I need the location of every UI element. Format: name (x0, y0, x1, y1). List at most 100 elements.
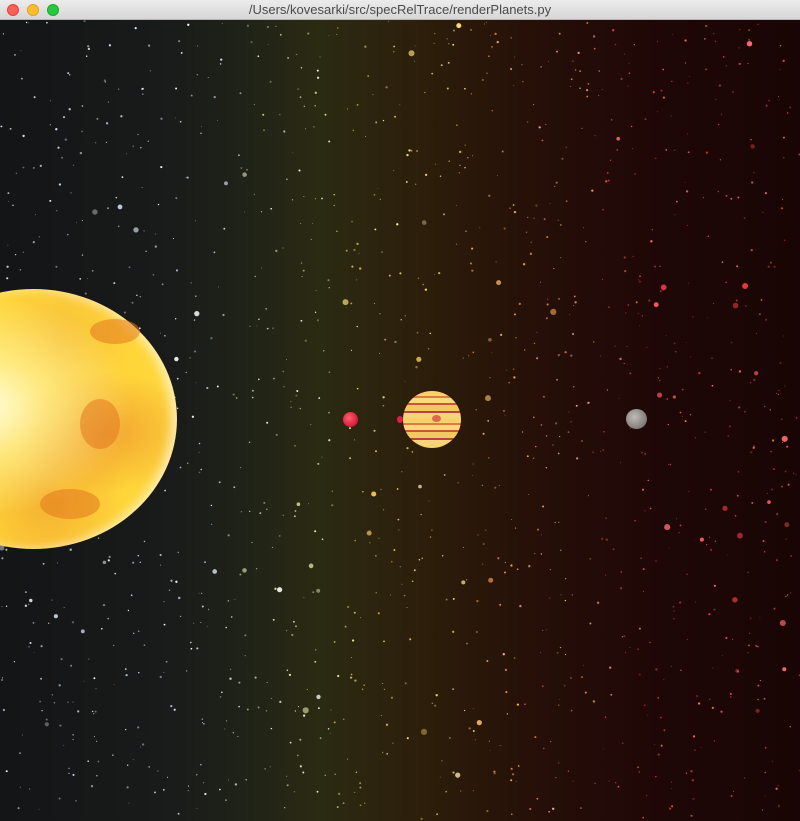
star (705, 24, 708, 28)
star (159, 332, 161, 334)
star (564, 577, 567, 580)
render-canvas[interactable] (0, 20, 800, 821)
star (286, 178, 288, 180)
star (431, 529, 433, 531)
star (546, 236, 549, 239)
star (260, 211, 262, 213)
star (249, 510, 251, 513)
star (644, 453, 646, 455)
star (138, 671, 140, 674)
star (572, 60, 574, 62)
star (686, 638, 688, 640)
star (558, 32, 561, 35)
star (592, 35, 596, 38)
star (386, 752, 389, 755)
star (554, 185, 556, 188)
star (186, 176, 189, 179)
star (482, 563, 484, 565)
star (647, 479, 649, 482)
star (79, 278, 82, 280)
star (670, 115, 672, 117)
star (592, 451, 594, 453)
star (722, 55, 725, 58)
star (585, 241, 587, 243)
star (463, 709, 466, 712)
star (579, 87, 581, 89)
star (466, 156, 469, 159)
star (225, 626, 227, 629)
star (634, 173, 636, 175)
star (382, 396, 385, 399)
star (418, 484, 422, 489)
star (738, 62, 741, 65)
star (687, 151, 690, 154)
star (515, 527, 517, 529)
star (382, 509, 385, 511)
star (39, 700, 41, 703)
star (552, 444, 554, 446)
star (159, 564, 161, 566)
star (296, 390, 299, 392)
star (264, 768, 266, 770)
star (697, 702, 701, 705)
star (310, 423, 312, 426)
star (729, 400, 731, 402)
star (623, 362, 625, 365)
star (681, 388, 684, 391)
star (586, 95, 589, 98)
star (143, 644, 146, 647)
star (560, 594, 562, 596)
star (384, 338, 387, 341)
star (495, 261, 497, 263)
star (251, 541, 253, 544)
star (0, 125, 3, 128)
star (591, 189, 594, 192)
star (623, 635, 626, 638)
mars-planet (343, 412, 358, 427)
star (356, 387, 359, 390)
star (738, 370, 742, 373)
star (165, 660, 168, 663)
star (571, 594, 573, 596)
star (193, 622, 195, 624)
star (582, 664, 584, 666)
star (351, 639, 355, 642)
star (132, 759, 134, 761)
star (781, 418, 783, 420)
star (399, 566, 401, 568)
star (458, 172, 460, 174)
star (126, 786, 129, 789)
star (172, 237, 175, 240)
star (80, 629, 85, 634)
star (795, 473, 797, 475)
star (356, 242, 359, 246)
star (550, 308, 557, 315)
star (692, 735, 696, 738)
star (354, 679, 357, 682)
star (499, 333, 503, 337)
star (96, 117, 99, 120)
star (648, 299, 651, 302)
star (210, 337, 213, 340)
star (725, 194, 728, 197)
star (359, 804, 362, 807)
star (763, 551, 766, 553)
star (570, 709, 573, 712)
star (628, 72, 631, 75)
star (393, 45, 395, 48)
star (522, 80, 524, 83)
star (668, 807, 672, 810)
star (660, 89, 663, 92)
star (164, 489, 167, 492)
star (586, 89, 589, 92)
star (660, 284, 667, 291)
star (725, 636, 728, 640)
title-bar[interactable]: /Users/kovesarki/src/specRelTrace/render… (0, 0, 800, 20)
star (779, 45, 782, 47)
star (141, 88, 143, 90)
star (616, 136, 621, 141)
star (638, 771, 640, 773)
star (669, 463, 672, 466)
star (567, 431, 570, 434)
sun-spot (90, 319, 140, 344)
